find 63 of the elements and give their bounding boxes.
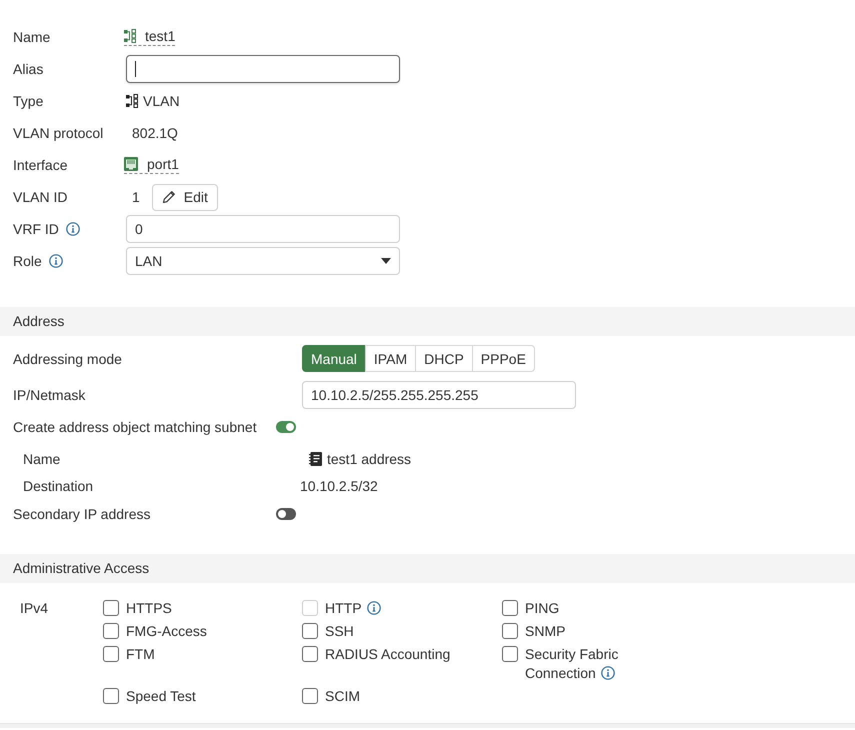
option-label: SNMP — [525, 623, 566, 639]
field-label: Name — [22, 450, 62, 466]
option-label: SSH — [325, 623, 354, 639]
field-value: 1 — [131, 189, 140, 205]
interface-link[interactable]: test1 — [124, 28, 176, 46]
field-label: Secondary IP address — [13, 506, 152, 522]
checkbox[interactable] — [103, 688, 119, 704]
field-label: Role — [13, 253, 42, 269]
field-label: IPv4 — [20, 599, 50, 618]
checkbox[interactable] — [502, 600, 518, 616]
option-label: Speed Test — [126, 688, 196, 704]
field-label: VLAN ID — [13, 189, 68, 205]
option-label: HTTPS — [126, 600, 172, 616]
text-field[interactable] — [126, 55, 400, 83]
option-label: SCIM — [325, 688, 360, 704]
checkbox[interactable] — [103, 623, 119, 639]
toggle-switch[interactable] — [276, 508, 296, 520]
field-value: 802.1Q — [131, 125, 178, 141]
field-label: Destination — [22, 478, 94, 494]
pencil-icon — [162, 190, 176, 204]
option-label: Security Fabric Connection — [525, 646, 618, 681]
network-icon — [126, 94, 138, 108]
checkbox[interactable] — [302, 688, 318, 704]
interface-link[interactable]: port1 — [124, 156, 179, 174]
text-cursor-icon — [135, 61, 136, 77]
checkbox[interactable] — [502, 623, 518, 639]
field-label: Type — [13, 93, 44, 109]
mode-tab[interactable]: Manual — [302, 345, 366, 372]
field-label: VRF ID — [13, 221, 59, 237]
checkbox[interactable] — [103, 600, 119, 616]
field-label: Addressing mode — [13, 350, 123, 366]
field-label: IP/Netmask — [13, 387, 86, 403]
notebook-icon — [309, 452, 322, 466]
checkbox[interactable] — [103, 646, 119, 662]
mode-tab[interactable]: IPAM — [364, 345, 416, 372]
field-label: Name — [13, 29, 50, 45]
toggle-switch[interactable] — [276, 421, 296, 433]
field-label: Interface — [13, 157, 68, 173]
checkbox[interactable] — [302, 623, 318, 639]
field-value: test1 address — [327, 450, 412, 466]
network-icon — [124, 29, 136, 43]
field-label: Alias — [13, 61, 44, 77]
option-label: PING — [525, 600, 560, 616]
section-header: Administrative Access — [0, 554, 855, 583]
ip-netmask-field[interactable]: 10.10.2.5/255.255.255.255 — [302, 381, 576, 409]
dropdown-select[interactable]: LAN — [126, 247, 400, 275]
field-label: Create address object matching subnet — [13, 419, 258, 435]
dropdown-caret-icon — [381, 258, 391, 264]
option-label: FMG-Access — [126, 623, 207, 639]
ethernet-port-icon — [124, 157, 138, 171]
field-value: VLAN — [143, 93, 180, 109]
option-label: RADIUS Accounting — [325, 646, 450, 662]
mode-tab[interactable]: PPPoE — [472, 345, 535, 372]
edit-button[interactable]: Edit — [152, 184, 218, 210]
text-field[interactable]: 0 — [126, 215, 400, 243]
checkbox[interactable] — [302, 646, 318, 662]
mode-tab[interactable]: DHCP — [415, 345, 473, 372]
checkbox[interactable] — [502, 646, 518, 662]
section-header: Address — [0, 307, 855, 336]
field-value: 10.10.2.5/32 — [300, 478, 378, 494]
field-label: VLAN protocol — [13, 125, 104, 141]
option-label: FTM — [126, 646, 155, 662]
option-label: HTTP — [325, 600, 362, 616]
